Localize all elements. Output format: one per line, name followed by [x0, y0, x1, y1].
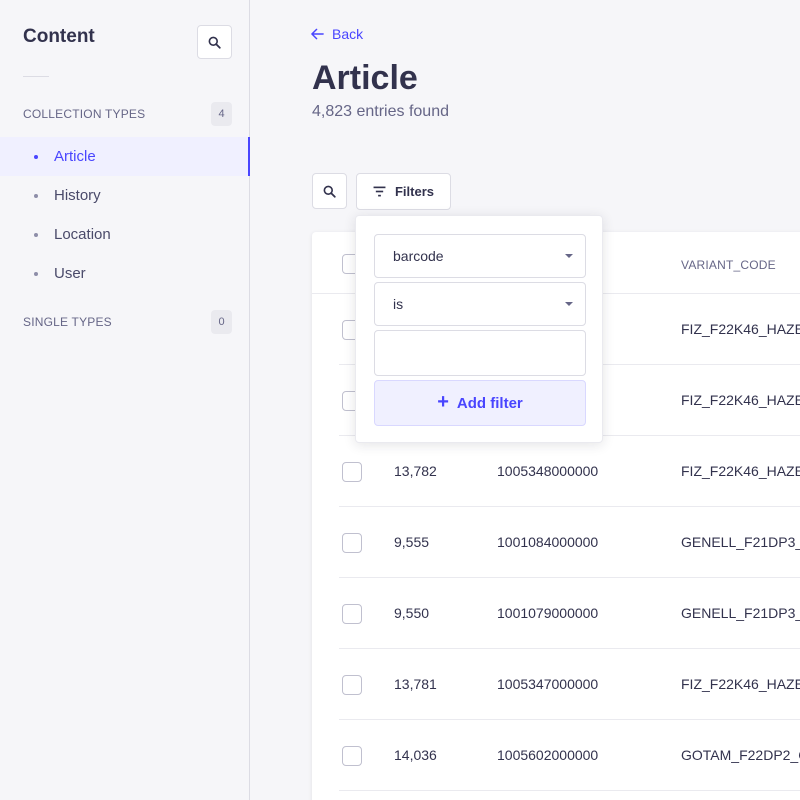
- cell-barcode: 1005602000000: [497, 747, 599, 763]
- filter-operator-value: is: [393, 296, 404, 312]
- bullet-icon: [34, 232, 38, 237]
- add-filter-label: Add filter: [456, 394, 523, 412]
- cell-variant-code: GOTAM_F22DP2_C: [681, 747, 800, 763]
- back-link[interactable]: Back: [311, 26, 363, 42]
- filter-icon: [373, 186, 386, 197]
- bullet-icon: [34, 271, 38, 276]
- page-title: Article: [312, 59, 418, 97]
- row-checkbox[interactable]: [342, 533, 362, 553]
- bullet-icon: [34, 193, 38, 198]
- cell-barcode: 1005347000000: [497, 676, 599, 692]
- cell-variant-code: GENELL_F21DP3_E: [681, 605, 800, 621]
- sidebar-item-label: Article: [54, 148, 96, 165]
- plus-icon: +: [437, 391, 449, 413]
- arrow-left-icon: [311, 28, 324, 40]
- table-row[interactable]: 13,781 1005347000000 FIZ_F22K46_HAZE: [339, 649, 800, 720]
- sidebar-title: Content: [23, 26, 95, 47]
- row-checkbox[interactable]: [342, 675, 362, 695]
- cell-variant-code: FIZ_F22K46_HAZE: [681, 676, 800, 692]
- sidebar-item-history[interactable]: History: [0, 176, 250, 215]
- row-checkbox[interactable]: [342, 462, 362, 482]
- cell-variant-code: FIZ_F22K46_HAZE: [681, 392, 800, 408]
- sidebar-item-label: History: [54, 187, 101, 204]
- entries-count: 4,823 entries found: [312, 103, 449, 120]
- table-row[interactable]: 9,555 1001084000000 GENELL_F21DP3_E: [339, 507, 800, 578]
- cell-id: 9,550: [394, 605, 430, 621]
- sidebar-item-user[interactable]: User: [0, 254, 250, 293]
- filters-label: Filters: [394, 184, 434, 199]
- caret-down-icon: [565, 302, 573, 306]
- search-icon: [323, 185, 336, 198]
- add-filter-button[interactable]: + Add filter: [374, 380, 586, 426]
- cell-barcode: 1005348000000: [497, 463, 599, 479]
- filter-popover: barcode is + Add filter: [355, 215, 603, 443]
- cell-id: 13,781: [394, 676, 437, 692]
- search-icon: [208, 36, 221, 49]
- bullet-icon: [34, 154, 38, 159]
- sidebar: Content COLLECTION TYPES 4 Article Histo…: [0, 0, 250, 800]
- caret-down-icon: [565, 254, 573, 258]
- sidebar-search-button[interactable]: [197, 25, 232, 59]
- filters-button[interactable]: Filters: [356, 173, 451, 210]
- count-badge: 0: [211, 310, 232, 334]
- filter-value-input[interactable]: [374, 330, 586, 376]
- section-collection-types[interactable]: COLLECTION TYPES 4: [23, 102, 232, 126]
- table-search-button[interactable]: [312, 173, 347, 209]
- cell-variant-code: FIZ_F22K46_HAZE: [681, 463, 800, 479]
- filter-operator-select[interactable]: is: [374, 282, 586, 326]
- count-badge: 4: [211, 102, 232, 126]
- sidebar-item-label: User: [54, 265, 86, 282]
- table-row[interactable]: 13,782 1005348000000 FIZ_F22K46_HAZE: [339, 436, 800, 507]
- filter-field-select[interactable]: barcode: [374, 234, 586, 278]
- cell-variant-code: GENELL_F21DP3_E: [681, 534, 800, 550]
- cell-id: 9,555: [394, 534, 430, 550]
- column-header-variant-code[interactable]: VARIANT_CODE: [681, 258, 776, 272]
- filter-field-value: barcode: [393, 248, 444, 264]
- section-label: COLLECTION TYPES: [23, 107, 146, 121]
- section-single-types[interactable]: SINGLE TYPES 0: [23, 310, 232, 334]
- cell-id: 13,782: [394, 463, 437, 479]
- cell-id: 14,036: [394, 747, 437, 763]
- back-label: Back: [332, 26, 364, 42]
- cell-variant-code: FIZ_F22K46_HAZE: [681, 321, 800, 337]
- cell-barcode: 1001079000000: [497, 605, 599, 621]
- row-checkbox[interactable]: [342, 604, 362, 624]
- sidebar-item-article[interactable]: Article: [0, 137, 250, 176]
- table-row[interactable]: 14,036 1005602000000 GOTAM_F22DP2_C: [339, 720, 800, 791]
- row-checkbox[interactable]: [342, 746, 362, 766]
- sidebar-item-location[interactable]: Location: [0, 215, 250, 254]
- table-row[interactable]: 9,550 1001079000000 GENELL_F21DP3_E: [339, 578, 800, 649]
- sidebar-item-label: Location: [54, 226, 111, 243]
- section-label: SINGLE TYPES: [23, 315, 112, 329]
- cell-barcode: 1001084000000: [497, 534, 599, 550]
- sidebar-divider: [23, 76, 49, 77]
